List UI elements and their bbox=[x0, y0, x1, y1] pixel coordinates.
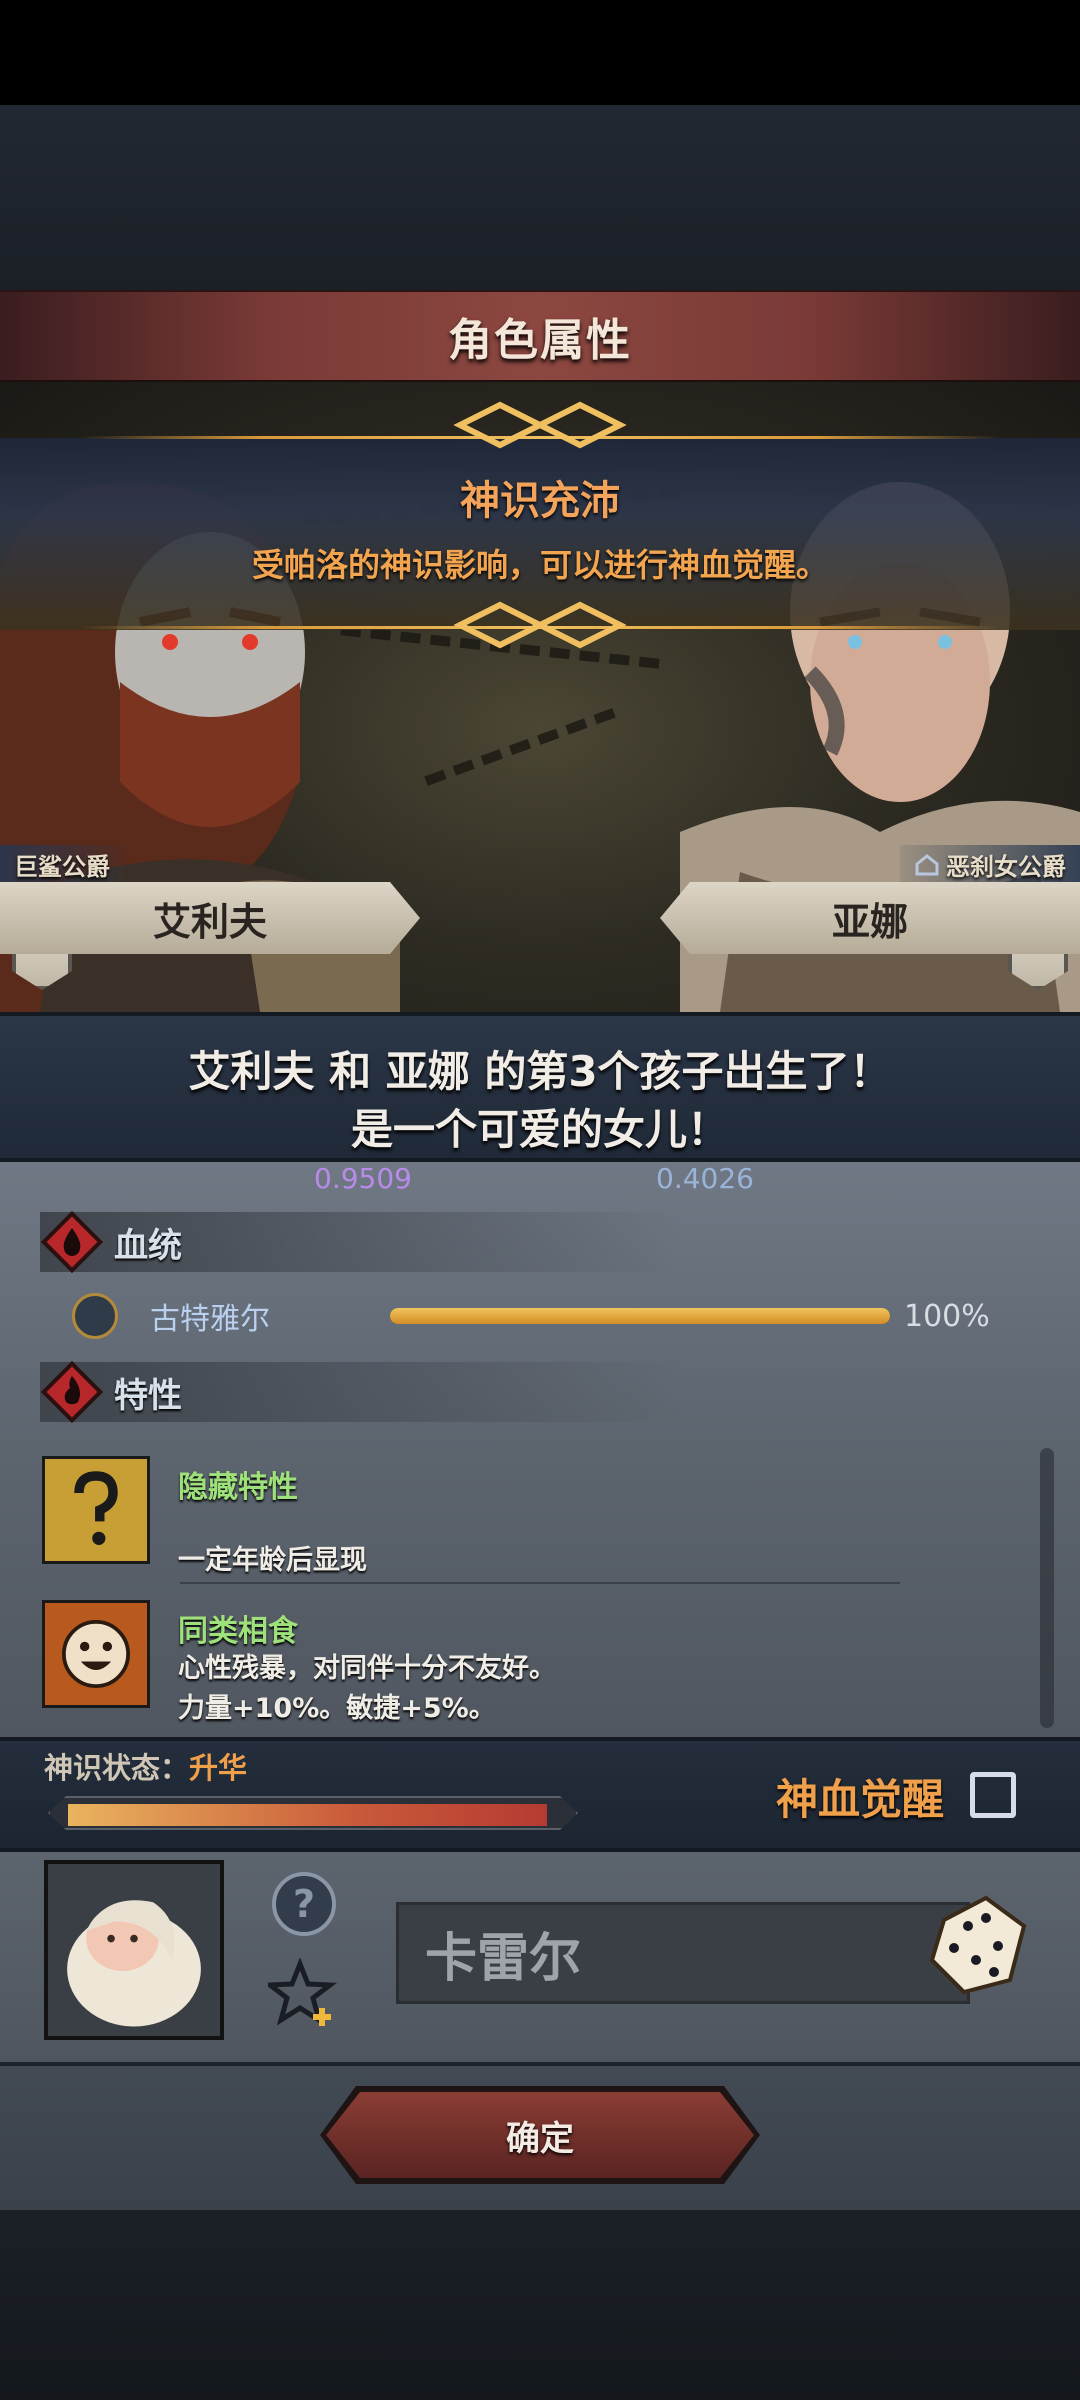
flame-icon bbox=[40, 1360, 104, 1424]
father-name: 艾利夫 bbox=[0, 882, 420, 954]
question-mark-icon bbox=[42, 1456, 150, 1564]
traits-section-header: 特性 bbox=[40, 1360, 680, 1424]
trait-description-line-1: 心性残暴，对同伴十分不友好。 bbox=[178, 1653, 556, 1684]
bloodline-percent: 100% bbox=[904, 1298, 990, 1334]
mother-stat-value: 0.4026 bbox=[656, 1162, 754, 1195]
dimmed-background-top bbox=[0, 105, 1080, 290]
bloodline-name: 古特雅尔 bbox=[150, 1302, 270, 1337]
ornament-bottom-icon bbox=[453, 601, 627, 649]
trait-divider bbox=[180, 1582, 900, 1584]
announcement-line-2: 是一个可爱的女儿！ bbox=[350, 1105, 729, 1154]
blood-drop-icon bbox=[40, 1210, 104, 1274]
mother-title-wrap: 恶刹女公爵 bbox=[900, 845, 1080, 884]
random-name-dice-icon[interactable] bbox=[924, 1890, 1030, 1996]
trait-name: 同类相食 bbox=[178, 1614, 298, 1649]
smiling-face-icon bbox=[42, 1600, 150, 1708]
bloodline-progress-fill bbox=[390, 1308, 890, 1324]
trait-item[interactable]: 同类相食 心性残暴，对同伴十分不友好。 力量+10%。敏捷+5%。 bbox=[42, 1600, 1032, 1724]
trait-description-line-2: 力量+10%。敏捷+5%。 bbox=[178, 1693, 496, 1724]
bloodline-row: 古特雅尔 100% bbox=[72, 1292, 1032, 1340]
clan-emblem-icon bbox=[72, 1293, 118, 1339]
father-stat-value: 0.9509 bbox=[314, 1162, 412, 1195]
favorite-star-add-icon[interactable] bbox=[268, 1958, 340, 2030]
bloodline-label: 血统 bbox=[114, 1225, 182, 1266]
bloodline-progress-bar bbox=[390, 1308, 890, 1324]
announcement-line-1: 艾利夫 和 亚娜 的第3个孩子出生了！ bbox=[188, 1047, 892, 1096]
page-title: 角色属性 bbox=[448, 315, 632, 366]
divine-state-label: 神识状态：升华 bbox=[44, 1745, 247, 1787]
divine-state-bar bbox=[48, 1796, 578, 1830]
status-bar bbox=[0, 0, 1080, 105]
title-bar: 角色属性 bbox=[0, 290, 1080, 382]
mother-name: 亚娜 bbox=[660, 882, 1080, 954]
ornament-top-icon bbox=[453, 401, 627, 449]
trait-name: 隐藏特性 bbox=[178, 1470, 298, 1505]
house-icon bbox=[915, 853, 939, 875]
mother-title: 恶刹女公爵 bbox=[946, 853, 1066, 881]
divine-state-value: 升华 bbox=[189, 1751, 248, 1785]
father-title: 巨鲨公爵 bbox=[0, 845, 124, 884]
traits-label: 特性 bbox=[114, 1375, 182, 1416]
trait-description: 一定年龄后显现 bbox=[178, 1545, 367, 1576]
divine-state-caption: 神识状态： bbox=[44, 1751, 190, 1785]
dimmed-background-bottom bbox=[0, 2210, 1080, 2400]
baby-portrait bbox=[44, 1860, 224, 2040]
confirm-button[interactable]: 确定 bbox=[326, 2092, 754, 2178]
child-name-input[interactable]: 卡雷尔 bbox=[396, 1902, 970, 2004]
banner-title: 神识充沛 bbox=[460, 478, 620, 524]
bloodline-section-header: 血统 bbox=[40, 1210, 680, 1274]
divine-state-fill bbox=[68, 1804, 547, 1826]
help-button[interactable]: ? bbox=[272, 1872, 336, 1936]
traits-scrollbar[interactable] bbox=[1040, 1448, 1054, 1728]
birth-announcement: 艾利夫 和 亚娜 的第3个孩子出生了！ 是一个可爱的女儿！ bbox=[0, 1012, 1080, 1162]
awaken-label: 神血觉醒 bbox=[776, 1775, 945, 1824]
awaken-checkbox[interactable] bbox=[970, 1772, 1016, 1818]
trait-item[interactable]: 隐藏特性 一定年龄后显现 bbox=[42, 1456, 1032, 1576]
banner-subtitle: 受帕洛的神识影响，可以进行神血觉醒。 bbox=[251, 546, 828, 584]
